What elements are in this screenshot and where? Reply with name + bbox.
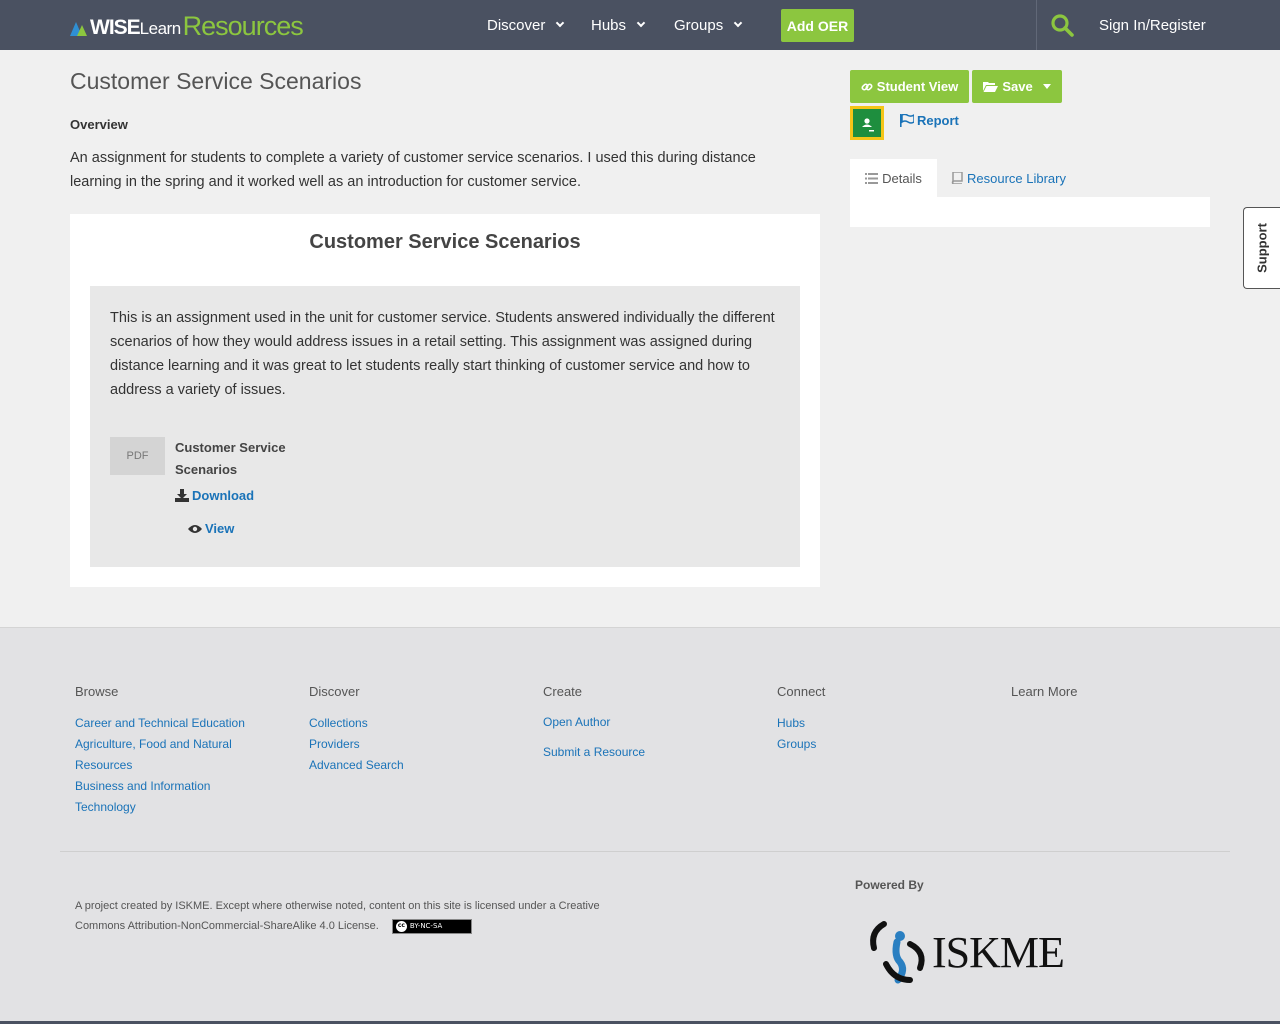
google-classroom-icon xyxy=(857,113,877,133)
footer-connect-column: Connect Hubs Groups xyxy=(777,684,957,755)
nav-groups-label: Groups xyxy=(674,16,724,34)
view-link[interactable]: View xyxy=(188,521,234,536)
sign-in-register-link[interactable]: Sign In/Register xyxy=(1099,0,1206,50)
tab-details-label: Details xyxy=(882,170,922,186)
logo-mark-icon xyxy=(70,20,88,36)
nav-hubs-label: Hubs xyxy=(591,16,627,34)
file-name: Customer Service Scenarios xyxy=(175,440,286,477)
view-label: View xyxy=(205,521,235,536)
footer-learn-more-column: Learn More xyxy=(1011,684,1191,713)
footer-create-heading: Create xyxy=(543,684,583,699)
student-view-label: Student View xyxy=(876,79,959,94)
cc-icon: cc xyxy=(395,920,407,932)
footer-link-agriculture[interactable]: Agriculture, Food and Natural Resources xyxy=(75,734,260,776)
cc-license-badge[interactable]: cc BY-NC-SA xyxy=(391,918,472,934)
save-button[interactable]: Save xyxy=(972,70,1062,103)
card-title: Customer Service Scenarios xyxy=(309,231,581,253)
report-label: Report xyxy=(917,113,959,128)
footer-link-collections[interactable]: Collections xyxy=(309,713,489,734)
footer-link-open-author[interactable]: Open Author xyxy=(543,707,723,737)
logo-text-resources: Resources xyxy=(182,11,304,41)
logo-text-wise: WISE xyxy=(90,16,141,39)
footer-discover-heading: Discover xyxy=(309,684,360,699)
iskme-wordmark: ISKME xyxy=(932,927,1065,977)
footer-discover-column: Discover Collections Providers Advanced … xyxy=(309,684,489,776)
details-panel xyxy=(850,197,1210,227)
search-icon[interactable] xyxy=(1050,13,1074,37)
download-label: Download xyxy=(192,488,255,503)
header-divider xyxy=(1036,0,1037,50)
google-classroom-button[interactable] xyxy=(850,106,884,140)
nav-groups[interactable]: Groups xyxy=(674,0,743,50)
footer-browse-column: Browse Career and Technical Education Ag… xyxy=(75,684,260,818)
footer-connect-heading: Connect xyxy=(777,684,826,699)
iskme-figure-icon xyxy=(870,921,925,984)
book-icon xyxy=(951,172,963,184)
chevron-down-icon xyxy=(733,18,743,28)
support-label: Support xyxy=(1254,223,1270,273)
footer-browse-heading: Browse xyxy=(75,684,119,699)
footer-link-business-it[interactable]: Business and Information Technology xyxy=(75,776,260,818)
link-icon xyxy=(861,82,873,91)
folder-open-icon xyxy=(983,82,999,92)
footer-link-advanced-search[interactable]: Advanced Search xyxy=(309,755,489,776)
page-title: Customer Service Scenarios xyxy=(70,68,362,94)
license-notice: A project created by ISKME. Except where… xyxy=(75,896,635,936)
footer-create-column: Create Open Author Submit a Resource xyxy=(543,684,723,767)
footer-link-submit-resource[interactable]: Submit a Resource xyxy=(543,737,723,767)
overview-text: An assignment for students to complete a… xyxy=(70,150,756,190)
support-tab[interactable]: Support xyxy=(1243,207,1280,289)
footer-link-career-technical[interactable]: Career and Technical Education xyxy=(75,713,260,734)
download-link[interactable]: Download xyxy=(175,488,254,503)
pdf-thumbnail[interactable]: PDF xyxy=(110,437,165,475)
save-label: Save xyxy=(1002,79,1033,94)
iskme-logo[interactable]: ISKME xyxy=(866,918,1065,986)
license-text: A project created by ISKME. Except where… xyxy=(75,900,600,932)
chevron-down-icon xyxy=(556,18,565,28)
nav-discover-label: Discover xyxy=(487,16,546,34)
footer-link-groups[interactable]: Groups xyxy=(777,734,957,755)
footer-link-hubs[interactable]: Hubs xyxy=(777,713,957,734)
download-icon xyxy=(175,489,189,502)
eye-icon xyxy=(188,524,202,533)
overview-label: Overview xyxy=(70,117,128,132)
caret-down-icon xyxy=(1042,84,1051,89)
nav-discover[interactable]: Discover xyxy=(487,0,565,50)
chevron-down-icon xyxy=(636,18,646,28)
student-view-button[interactable]: Student View xyxy=(850,70,969,103)
wiselearn-logo[interactable]: WISE Learn Resources xyxy=(70,11,304,41)
tab-details[interactable]: Details xyxy=(850,159,937,197)
tab-resource-library-label: Resource Library xyxy=(967,170,1066,186)
tab-resource-library[interactable]: Resource Library xyxy=(951,159,1066,197)
nav-hubs[interactable]: Hubs xyxy=(591,0,646,50)
powered-by-label: Powered By xyxy=(855,878,924,892)
add-oer-button[interactable]: Add OER xyxy=(781,9,854,42)
logo-text-learn: Learn xyxy=(139,19,181,38)
flag-icon xyxy=(900,114,914,127)
list-icon xyxy=(865,172,879,184)
resource-description: This is an assignment used in the unit f… xyxy=(110,310,775,398)
footer-divider xyxy=(60,851,1230,852)
cc-badge-label: BY-NC-SA xyxy=(409,922,443,931)
report-link[interactable]: Report xyxy=(900,113,959,128)
top-navbar: WISE Learn Resources Discover Hubs Group… xyxy=(0,0,1280,50)
footer-learn-more-heading: Learn More xyxy=(1011,684,1078,699)
footer-link-providers[interactable]: Providers xyxy=(309,734,489,755)
